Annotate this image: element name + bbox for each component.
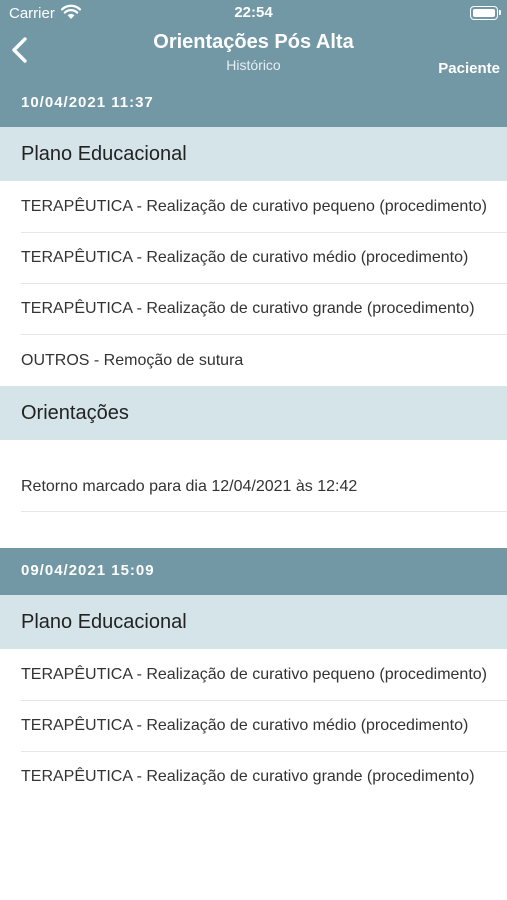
navigation-bar: Orientações Pós Alta Histórico Paciente — [0, 28, 507, 80]
history-list[interactable]: 10/04/2021 11:37 Plano Educacional TERAP… — [0, 80, 507, 875]
list-item[interactable]: TERAPÊUTICA - Realização de curativo peq… — [0, 181, 507, 232]
page-title: Orientações Pós Alta — [153, 31, 354, 53]
list-item[interactable]: TERAPÊUTICA - Realização de curativo méd… — [0, 232, 507, 283]
date-header: 10/04/2021 11:37 — [0, 80, 507, 127]
group-separator — [0, 512, 507, 548]
patient-button[interactable]: Paciente — [438, 60, 500, 77]
list-item[interactable]: TERAPÊUTICA - Realização de curativo méd… — [0, 700, 507, 751]
status-time: 22:54 — [234, 4, 273, 21]
section-header-orientacoes: Orientações — [0, 386, 507, 440]
list-item[interactable]: TERAPÊUTICA - Realização de curativo gra… — [0, 751, 507, 802]
battery-icon — [470, 6, 501, 20]
section-header-plano: Plano Educacional — [0, 127, 507, 181]
status-bar: Carrier 22:54 — [0, 0, 507, 28]
list-item[interactable]: OUTROS - Remoção de sutura — [0, 334, 507, 386]
bottom-safe-area — [0, 875, 507, 900]
list-item[interactable]: Retorno marcado para dia 12/04/2021 às 1… — [0, 440, 507, 512]
app-header: Carrier 22:54 Orientações Pós Alta Histó… — [0, 0, 507, 80]
list-item[interactable]: TERAPÊUTICA - Realização de curativo peq… — [0, 649, 507, 700]
date-header: 09/04/2021 15:09 — [0, 548, 507, 595]
list-item[interactable]: TERAPÊUTICA - Realização de curativo gra… — [0, 283, 507, 334]
page-subtitle: Histórico — [226, 57, 281, 73]
section-header-plano: Plano Educacional — [0, 595, 507, 649]
